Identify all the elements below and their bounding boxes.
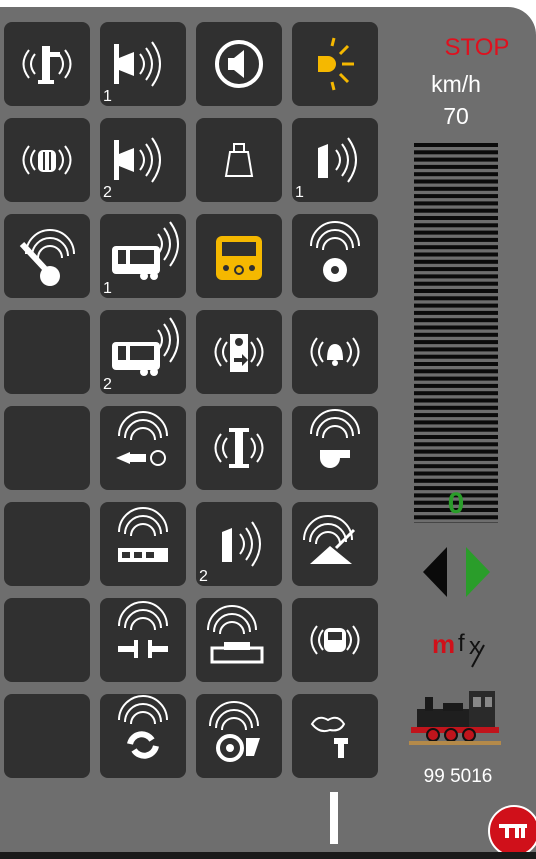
water-fill-sound-icon	[207, 605, 264, 664]
function-number: 1	[295, 184, 304, 201]
direction-forward-icon[interactable]	[464, 547, 490, 597]
compressor-sound-icon	[214, 428, 264, 468]
svg-text:x: x	[469, 633, 481, 660]
empty-function-slot	[4, 406, 90, 490]
function-button[interactable]	[100, 598, 186, 682]
speed-slider[interactable]	[414, 143, 498, 523]
function-button[interactable]	[4, 214, 90, 298]
empty-function-slot	[4, 310, 90, 394]
sound-mute-icon	[215, 40, 263, 88]
function-button[interactable]	[292, 310, 378, 394]
coal-sound-icon	[19, 229, 75, 286]
mfx-logo-icon: m f x	[432, 629, 485, 668]
wheel-squeal-sound-icon	[310, 221, 360, 282]
function-button[interactable]	[4, 118, 90, 202]
function-button[interactable]: 2	[196, 502, 282, 586]
control-panel: 1 2 1 1 2 2 STOP km/h 70 0 m f x 99 5016	[0, 7, 536, 852]
steam-sound-icon	[310, 716, 348, 758]
horn-sound-icon	[114, 137, 161, 183]
function-number: 2	[199, 568, 208, 585]
function-button[interactable]: 1	[100, 214, 186, 298]
svg-text:f: f	[458, 630, 465, 657]
function-number: 1	[103, 280, 112, 297]
function-button[interactable]	[100, 694, 186, 778]
function-button[interactable]: 1	[292, 118, 378, 202]
locomotive-id: 99 5016	[423, 766, 493, 787]
brake-sound-icon	[209, 701, 260, 762]
speed-value: 70	[443, 103, 469, 129]
function-button[interactable]	[196, 406, 282, 490]
water-crane-sound-icon	[22, 46, 72, 84]
drag-handle[interactable]	[330, 792, 338, 844]
grate-shaking-sound-icon	[118, 507, 168, 562]
speed-unit: km/h	[431, 71, 481, 97]
bell-sound-icon	[310, 337, 360, 367]
function-button[interactable]	[196, 22, 282, 106]
door-close-sound-icon	[214, 334, 264, 372]
conductor-sound-icon	[310, 625, 360, 655]
cab-sound-icon	[112, 221, 179, 280]
function-button[interactable]: 2	[100, 118, 186, 202]
function-button[interactable]	[4, 22, 90, 106]
empty-function-slot	[4, 694, 90, 778]
function-button[interactable]	[196, 598, 282, 682]
function-button[interactable]	[196, 214, 282, 298]
horn-sound-icon	[114, 41, 161, 87]
empty-function-slot	[4, 598, 90, 682]
function-button[interactable]	[100, 406, 186, 490]
function-button[interactable]	[100, 502, 186, 586]
air-pump-sound-icon	[116, 411, 168, 466]
shoveling-sound-icon	[303, 515, 356, 564]
weight-icon	[224, 143, 254, 177]
cab-light-icon	[216, 236, 262, 280]
locomotive-image	[409, 691, 501, 745]
coal-shovel-sound-icon	[22, 145, 72, 175]
current-speed: 0	[447, 487, 465, 520]
function-number: 2	[103, 376, 112, 393]
function-button[interactable]	[292, 502, 378, 586]
function-button[interactable]	[196, 310, 282, 394]
headlight-icon	[318, 37, 354, 91]
function-button[interactable]	[292, 214, 378, 298]
cab-sound-icon	[112, 317, 179, 376]
function-button[interactable]	[196, 694, 282, 778]
function-button[interactable]	[292, 694, 378, 778]
door-sound-icon	[222, 521, 261, 567]
function-button[interactable]	[196, 118, 282, 202]
door-sound-icon	[318, 137, 357, 183]
function-button[interactable]: 1	[100, 22, 186, 106]
function-button[interactable]	[292, 22, 378, 106]
stop-button[interactable]: STOP	[418, 34, 536, 62]
coupling-sound-icon	[118, 601, 168, 658]
function-button[interactable]	[292, 598, 378, 682]
whistle-sound-icon	[310, 409, 360, 468]
function-number: 1	[103, 88, 112, 105]
function-button[interactable]: 2	[100, 310, 186, 394]
function-number: 2	[103, 184, 112, 201]
brand-logo-icon[interactable]	[487, 804, 536, 852]
function-button[interactable]	[292, 406, 378, 490]
direction-reverse-icon[interactable]	[423, 547, 449, 597]
empty-function-slot	[4, 502, 90, 586]
svg-text:m: m	[432, 629, 455, 659]
shunting-sound-icon	[118, 695, 168, 759]
bottom-bar	[0, 852, 536, 859]
